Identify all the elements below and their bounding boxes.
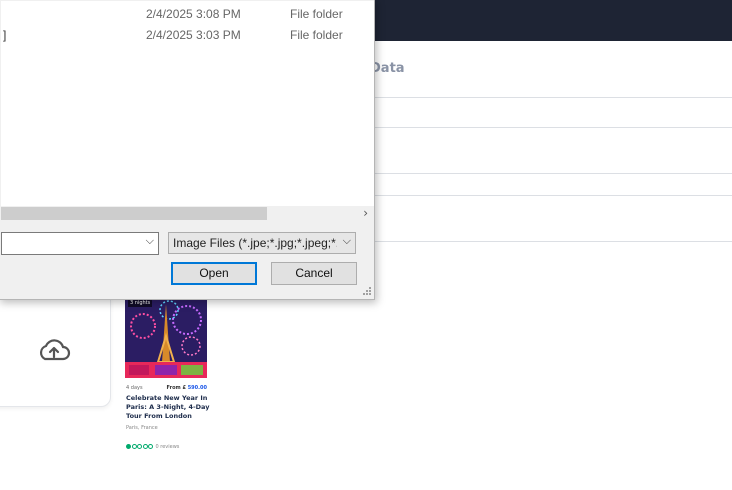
rating-dot-icon <box>131 444 137 449</box>
file-row[interactable]: 2/4/2025 3:08 PM File folder <box>1 3 373 24</box>
file-row[interactable]: ] 2/4/2025 3:03 PM File folder <box>1 24 373 45</box>
divider <box>374 127 732 128</box>
file-date: 2/4/2025 3:03 PM <box>146 28 241 42</box>
file-type: File folder <box>290 28 343 42</box>
price-value: 590.00 <box>187 385 207 391</box>
resize-grip-icon[interactable] <box>362 286 372 296</box>
chevron-down-icon[interactable]: ⌵ <box>343 234 351 248</box>
rating: 0 reviews <box>126 436 179 450</box>
tab-data[interactable]: Data <box>370 61 405 76</box>
feature-badge <box>129 365 149 375</box>
review-count: 0 reviews <box>155 443 180 450</box>
feature-badge <box>181 365 203 375</box>
tour-duration: 4 days <box>126 385 143 391</box>
filetype-select[interactable]: Image Files (*.jpe;*.jpg;*.jpeg;*. ⌵ <box>168 232 356 254</box>
rating-dot-icon <box>142 444 148 449</box>
chevron-down-icon[interactable]: ⌵ <box>146 234 154 248</box>
tour-price: From £ 590.00 <box>167 385 207 391</box>
open-button[interactable]: Open <box>171 262 257 285</box>
cancel-button[interactable]: Cancel <box>271 262 357 285</box>
page: Data 3 nights 4 days From £ 590.00 Celeb… <box>0 0 732 490</box>
scrollbar-thumb[interactable] <box>1 207 267 220</box>
file-type: File folder <box>290 7 343 21</box>
tour-image: 3 nights <box>125 296 207 378</box>
scroll-right-icon[interactable]: › <box>363 206 368 221</box>
image-tag: 3 nights <box>128 299 153 307</box>
rating-dot-icon <box>148 444 153 449</box>
rating-dot-icon <box>137 444 142 449</box>
file-open-dialog: 2/4/2025 3:08 PM File folder ] 2/4/2025 … <box>0 0 375 300</box>
filename-field[interactable]: ⌵ <box>1 232 159 255</box>
cloud-upload-icon <box>39 339 71 361</box>
file-list: 2/4/2025 3:08 PM File folder ] 2/4/2025 … <box>1 1 374 206</box>
feature-badge <box>155 365 177 375</box>
filetype-value: Image Files (*.jpe;*.jpg;*.jpeg;*. <box>173 236 337 250</box>
file-date: 2/4/2025 3:08 PM <box>146 7 241 21</box>
horizontal-scrollbar[interactable]: › <box>1 206 374 221</box>
tour-location: Paris, France <box>126 425 158 431</box>
price-prefix: From £ <box>166 385 186 391</box>
tour-title[interactable]: Celebrate New Year In Paris: A 3-Night, … <box>126 394 210 421</box>
divider <box>374 241 732 242</box>
divider <box>374 195 732 196</box>
file-name: ] <box>3 28 7 42</box>
rating-dot-icon <box>126 444 131 449</box>
divider <box>374 173 732 174</box>
divider <box>374 97 732 98</box>
